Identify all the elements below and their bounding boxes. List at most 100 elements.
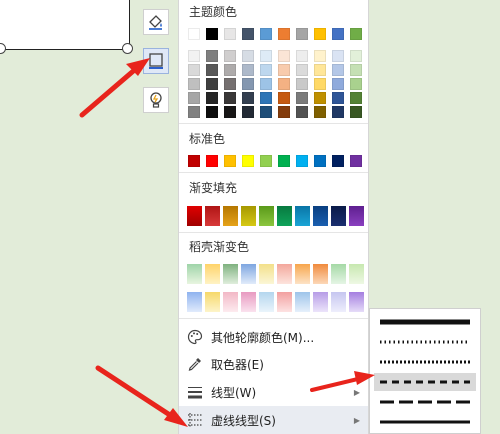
dash-option-dash-dot[interactable] xyxy=(374,413,476,431)
theme-shade-swatch[interactable] xyxy=(206,78,218,90)
daoke-gradient-swatch[interactable] xyxy=(223,292,238,312)
daoke-gradient-swatch[interactable] xyxy=(349,292,364,312)
theme-shade-swatch[interactable] xyxy=(296,50,308,62)
theme-shade-swatch[interactable] xyxy=(188,92,200,104)
daoke-gradient-swatch[interactable] xyxy=(313,292,328,312)
theme-shade-swatch[interactable] xyxy=(278,50,290,62)
dash-option-round-dot[interactable] xyxy=(374,333,476,351)
theme-shade-swatch[interactable] xyxy=(296,78,308,90)
daoke-gradient-swatch[interactable] xyxy=(187,292,202,312)
standard-color-swatch[interactable] xyxy=(332,155,344,167)
daoke-gradient-swatch[interactable] xyxy=(205,264,220,284)
theme-color-swatch[interactable] xyxy=(350,28,362,40)
theme-shade-swatch[interactable] xyxy=(224,78,236,90)
daoke-gradient-swatch[interactable] xyxy=(277,292,292,312)
resize-handle[interactable] xyxy=(122,43,133,54)
daoke-gradient-swatch[interactable] xyxy=(259,292,274,312)
standard-color-swatch[interactable] xyxy=(188,155,200,167)
daoke-gradient-swatch[interactable] xyxy=(313,264,328,284)
theme-shade-swatch[interactable] xyxy=(332,64,344,76)
theme-shade-swatch[interactable] xyxy=(242,64,254,76)
theme-shade-swatch[interactable] xyxy=(278,78,290,90)
daoke-gradient-swatch[interactable] xyxy=(187,264,202,284)
daoke-gradient-swatch[interactable] xyxy=(277,264,292,284)
theme-color-swatch[interactable] xyxy=(188,28,200,40)
theme-shade-swatch[interactable] xyxy=(242,50,254,62)
theme-color-swatch[interactable] xyxy=(242,28,254,40)
theme-shade-swatch[interactable] xyxy=(278,92,290,104)
theme-shade-swatch[interactable] xyxy=(260,50,272,62)
gradient-swatch[interactable] xyxy=(205,206,220,226)
daoke-gradient-swatch[interactable] xyxy=(241,292,256,312)
theme-shade-swatch[interactable] xyxy=(332,106,344,118)
gradient-swatch[interactable] xyxy=(331,206,346,226)
theme-shade-swatch[interactable] xyxy=(260,64,272,76)
dash-option-long-dash[interactable] xyxy=(374,393,476,411)
gradient-swatch[interactable] xyxy=(259,206,274,226)
theme-shade-swatch[interactable] xyxy=(224,92,236,104)
more-outline-colors-item[interactable]: 其他轮廓颜色(M)... xyxy=(179,324,368,350)
gradient-swatch[interactable] xyxy=(295,206,310,226)
theme-shade-swatch[interactable] xyxy=(242,92,254,104)
gradient-swatch[interactable] xyxy=(223,206,238,226)
theme-shade-swatch[interactable] xyxy=(350,106,362,118)
theme-shade-swatch[interactable] xyxy=(278,106,290,118)
dash-option-solid[interactable] xyxy=(374,313,476,331)
theme-shade-swatch[interactable] xyxy=(332,50,344,62)
theme-shade-swatch[interactable] xyxy=(188,50,200,62)
theme-shade-swatch[interactable] xyxy=(314,64,326,76)
standard-color-swatch[interactable] xyxy=(260,155,272,167)
theme-shade-swatch[interactable] xyxy=(242,78,254,90)
daoke-gradient-swatch[interactable] xyxy=(331,292,346,312)
theme-shade-swatch[interactable] xyxy=(350,78,362,90)
daoke-gradient-swatch[interactable] xyxy=(295,292,310,312)
daoke-gradient-swatch[interactable] xyxy=(223,264,238,284)
theme-shade-swatch[interactable] xyxy=(188,106,200,118)
standard-color-swatch[interactable] xyxy=(224,155,236,167)
theme-shade-swatch[interactable] xyxy=(260,106,272,118)
gradient-swatch[interactable] xyxy=(277,206,292,226)
effects-button[interactable] xyxy=(143,87,169,113)
theme-shade-swatch[interactable] xyxy=(314,92,326,104)
theme-shade-swatch[interactable] xyxy=(224,50,236,62)
theme-shade-swatch[interactable] xyxy=(260,92,272,104)
theme-shade-swatch[interactable] xyxy=(224,64,236,76)
gradient-swatch[interactable] xyxy=(349,206,364,226)
theme-shade-swatch[interactable] xyxy=(350,50,362,62)
daoke-gradient-swatch[interactable] xyxy=(205,292,220,312)
resize-handle[interactable] xyxy=(0,43,6,54)
gradient-swatch[interactable] xyxy=(187,206,202,226)
theme-color-swatch[interactable] xyxy=(206,28,218,40)
standard-color-swatch[interactable] xyxy=(242,155,254,167)
theme-shade-swatch[interactable] xyxy=(278,64,290,76)
standard-color-swatch[interactable] xyxy=(206,155,218,167)
gradient-swatch[interactable] xyxy=(313,206,328,226)
theme-shade-swatch[interactable] xyxy=(188,78,200,90)
daoke-gradient-swatch[interactable] xyxy=(241,264,256,284)
theme-shade-swatch[interactable] xyxy=(332,78,344,90)
theme-shade-swatch[interactable] xyxy=(350,64,362,76)
fill-button[interactable] xyxy=(143,9,169,35)
theme-shade-swatch[interactable] xyxy=(350,92,362,104)
theme-color-swatch[interactable] xyxy=(296,28,308,40)
theme-color-swatch[interactable] xyxy=(332,28,344,40)
theme-shade-swatch[interactable] xyxy=(260,78,272,90)
daoke-gradient-swatch[interactable] xyxy=(331,264,346,284)
dash-type-item[interactable]: 虚线线型(S) ▶ xyxy=(179,406,368,434)
daoke-gradient-swatch[interactable] xyxy=(259,264,274,284)
dash-option-square-dot[interactable] xyxy=(374,353,476,371)
theme-shade-swatch[interactable] xyxy=(296,92,308,104)
standard-color-swatch[interactable] xyxy=(314,155,326,167)
theme-shade-swatch[interactable] xyxy=(314,78,326,90)
standard-color-swatch[interactable] xyxy=(350,155,362,167)
theme-shade-swatch[interactable] xyxy=(206,92,218,104)
line-type-item[interactable]: 线型(W) ▶ xyxy=(179,379,368,405)
selected-shape[interactable] xyxy=(0,0,130,50)
standard-color-swatch[interactable] xyxy=(296,155,308,167)
theme-shade-swatch[interactable] xyxy=(188,64,200,76)
theme-shade-swatch[interactable] xyxy=(224,106,236,118)
theme-shade-swatch[interactable] xyxy=(332,92,344,104)
theme-shade-swatch[interactable] xyxy=(206,64,218,76)
dash-option-dash[interactable] xyxy=(374,373,476,391)
theme-color-swatch[interactable] xyxy=(260,28,272,40)
